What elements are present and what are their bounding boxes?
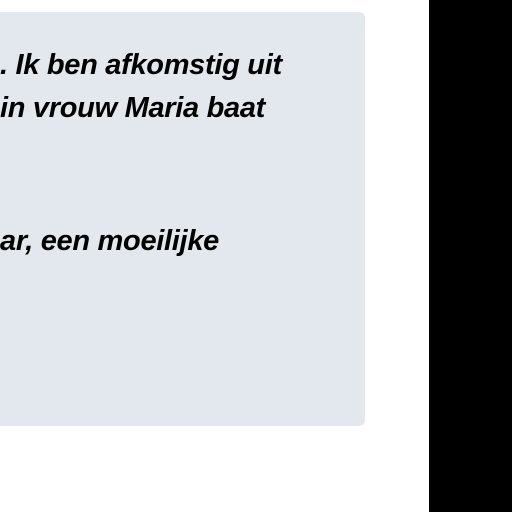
message-text-line-1: . Ik ben afkomstig uit bbox=[0, 49, 282, 81]
black-side-panel bbox=[429, 0, 512, 512]
page-viewport: . Ik ben afkomstig uit in vrouw Maria ba… bbox=[0, 0, 429, 512]
message-text-line-2: in vrouw Maria baat bbox=[0, 92, 266, 124]
message-text-line-3: ar, een moeilijke bbox=[0, 225, 219, 257]
